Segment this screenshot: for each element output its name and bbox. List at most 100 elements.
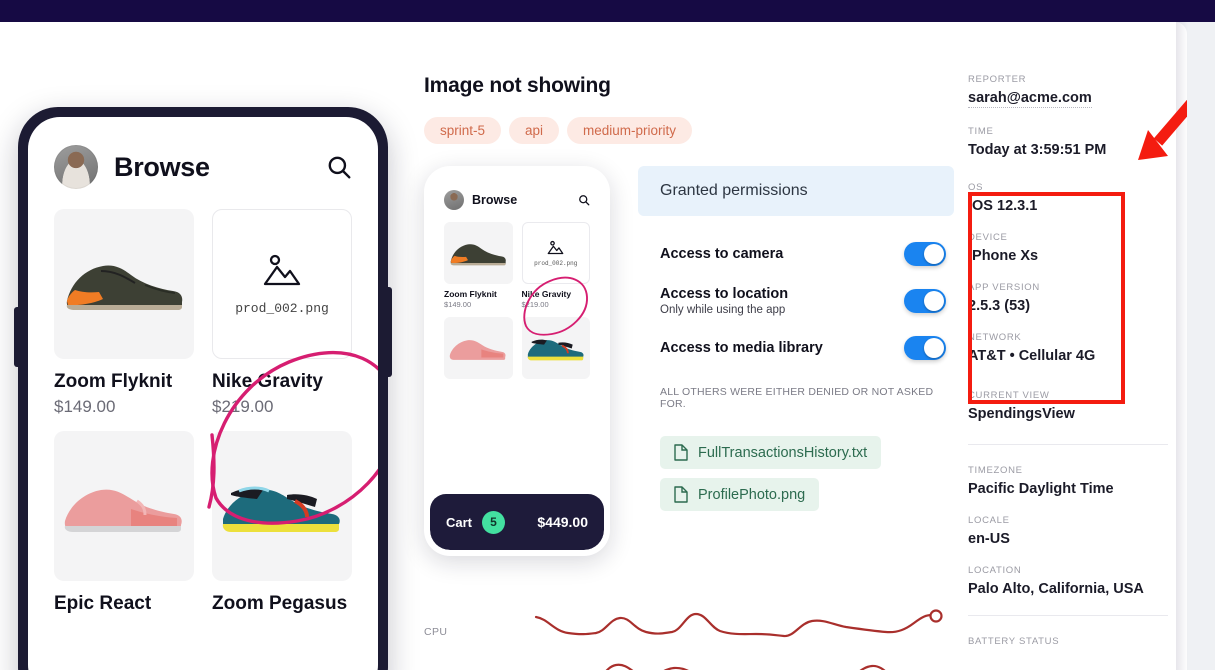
meta-key: BATTERY STATUS	[968, 636, 1060, 647]
product-price: $219.00	[212, 397, 274, 416]
meta-field-timezone: TIMEZONE Pacific Daylight Time	[968, 465, 1168, 497]
product-name: Nike Gravity	[521, 289, 572, 299]
product-image	[54, 209, 194, 359]
cart-total: $449.00	[537, 514, 588, 530]
permission-row: Access to media library	[660, 326, 946, 370]
product-card[interactable]: prod_002.png Nike Gravity $219.00	[212, 209, 352, 417]
meta-value[interactable]: sarah@acme.com	[968, 90, 1092, 108]
attachments-list: FullTransactionsHistory.txt ProfilePhoto…	[638, 410, 954, 520]
meta-value: en-US	[968, 531, 1010, 547]
window-chrome-bar	[0, 0, 1215, 22]
search-icon[interactable]	[326, 154, 352, 180]
shoe-teal-icon	[222, 486, 340, 532]
product-price: $149.00	[444, 300, 472, 309]
memory-sparkline	[605, 663, 886, 670]
page-title: Browse	[472, 193, 518, 207]
product-price: $149.00	[54, 397, 116, 416]
permission-name: Access to media library	[660, 340, 823, 356]
meta-value: AT&T • Cellular 4G	[968, 348, 1096, 364]
meta-field-battery-status: BATTERY STATUS	[968, 636, 1168, 647]
permissions-heading: Granted permissions	[638, 166, 954, 216]
attachment-chip[interactable]: ProfilePhoto.png	[660, 478, 820, 511]
device-mockup-small: Browse Zoom Flyknit $149.00 prod_002.png…	[424, 166, 610, 556]
tag-chip[interactable]: medium-priority	[567, 117, 693, 144]
device-screen-small: Browse Zoom Flyknit $149.00 prod_002.png…	[430, 172, 604, 550]
permission-toggle[interactable]	[904, 289, 946, 313]
meta-value: iPhone Xs	[968, 248, 1039, 264]
meta-value: Pacific Daylight Time	[968, 481, 1114, 497]
permission-toggle[interactable]	[904, 336, 946, 360]
meta-value: iOS 12.3.1	[968, 198, 1038, 214]
product-grid-small: Zoom Flyknit $149.00 prod_002.png Nike G…	[430, 214, 604, 379]
page-title: Browse	[114, 151, 210, 182]
meta-field-network: NETWORK AT&T • Cellular 4G	[968, 332, 1168, 364]
divider	[968, 444, 1168, 445]
meta-key: NETWORK	[968, 332, 1022, 343]
product-card[interactable]: Zoom Flyknit $149.00	[54, 209, 194, 417]
toggle-knob	[924, 244, 944, 264]
device-mockup-large: Browse Zoom Flyknit $149.00 prod_002.png…	[14, 107, 392, 670]
product-card: Zoom Flyknit $149.00	[444, 222, 513, 309]
product-name: Epic React	[54, 593, 152, 614]
product-image	[521, 317, 590, 379]
product-card[interactable]: Epic React	[54, 431, 194, 615]
avatar	[444, 190, 464, 210]
annotation-arrow	[1138, 99, 1187, 160]
cpu-sparkline	[534, 609, 943, 638]
product-name: Nike Gravity	[212, 371, 323, 392]
meta-value: SpendingsView	[968, 406, 1075, 422]
issue-body: Browse Zoom Flyknit $149.00 prod_002.png…	[424, 166, 954, 556]
product-name: Zoom Flyknit	[444, 289, 497, 299]
device-screen-large: Browse Zoom Flyknit $149.00 prod_002.png…	[28, 117, 378, 670]
meta-key: LOCATION	[968, 565, 1022, 576]
issue-detail-panel: Image not showing sprint-5 api medium-pr…	[424, 74, 954, 670]
meta-field-os: OS iOS 12.3.1	[968, 182, 1168, 214]
permission-toggle[interactable]	[904, 242, 946, 266]
meta-field-device: DEVICE iPhone Xs	[968, 232, 1168, 264]
app-window: Browse Zoom Flyknit $149.00 prod_002.png…	[0, 22, 1187, 670]
meta-key: LOCALE	[968, 515, 1010, 526]
avatar[interactable]	[54, 145, 98, 189]
product-grid: Zoom Flyknit $149.00 prod_002.png Nike G…	[28, 195, 378, 615]
shoe-teal-icon	[527, 339, 584, 361]
meta-value: Palo Alto, California, USA	[968, 581, 1144, 597]
permissions-section: Granted permissions Access to camera Acc…	[638, 166, 954, 556]
performance-row: CPU	[424, 609, 954, 655]
product-filename: prod_002.png	[235, 300, 329, 316]
screen-root: Browse Zoom Flyknit $149.00 prod_002.png…	[0, 0, 1215, 670]
issue-title: Image not showing	[424, 74, 611, 97]
meta-key: APP VERSION	[968, 282, 1040, 293]
tag-chip[interactable]: sprint-5	[424, 117, 502, 144]
product-card[interactable]: Zoom Pegasus	[212, 431, 352, 615]
product-image-broken: prod_002.png	[212, 209, 352, 359]
app-header-small: Browse	[430, 172, 604, 214]
permission-name: Access to camera	[660, 246, 784, 262]
meta-field-location: LOCATION Palo Alto, California, USA	[968, 565, 1168, 597]
meta-key: CURRENT VIEW	[968, 390, 1050, 401]
meta-field-app-version: APP VERSION 2.5.3 (53)	[968, 282, 1168, 314]
meta-key: TIMEZONE	[968, 465, 1023, 476]
product-price: $219.00	[521, 300, 549, 309]
permission-subtext: Only while using the app	[660, 304, 786, 316]
attachment-chip[interactable]: FullTransactionsHistory.txt	[660, 436, 882, 469]
product-image	[54, 431, 194, 581]
app-header: Browse	[28, 117, 378, 195]
product-filename: prod_002.png	[534, 259, 578, 267]
cart-bar: Cart 5 $449.00	[430, 494, 604, 550]
phone-power-button	[388, 287, 392, 377]
tag-chip[interactable]: api	[509, 117, 560, 144]
cart-count-badge: 5	[482, 510, 506, 534]
product-name: Zoom Pegasus	[212, 593, 348, 614]
toggle-knob	[924, 338, 944, 358]
permissions-list: Access to camera Access to location Only…	[638, 216, 954, 370]
shoe-olive-icon	[450, 244, 507, 266]
file-icon	[674, 486, 688, 503]
meta-key: OS	[968, 182, 984, 193]
cart-label: Cart	[446, 514, 473, 530]
shoe-olive-icon	[66, 265, 183, 310]
broken-image-icon	[263, 254, 301, 285]
file-icon	[674, 444, 688, 461]
product-image	[444, 317, 513, 379]
performance-graphs: CPU MEMORY USAGE	[424, 609, 954, 670]
divider	[968, 615, 1168, 616]
